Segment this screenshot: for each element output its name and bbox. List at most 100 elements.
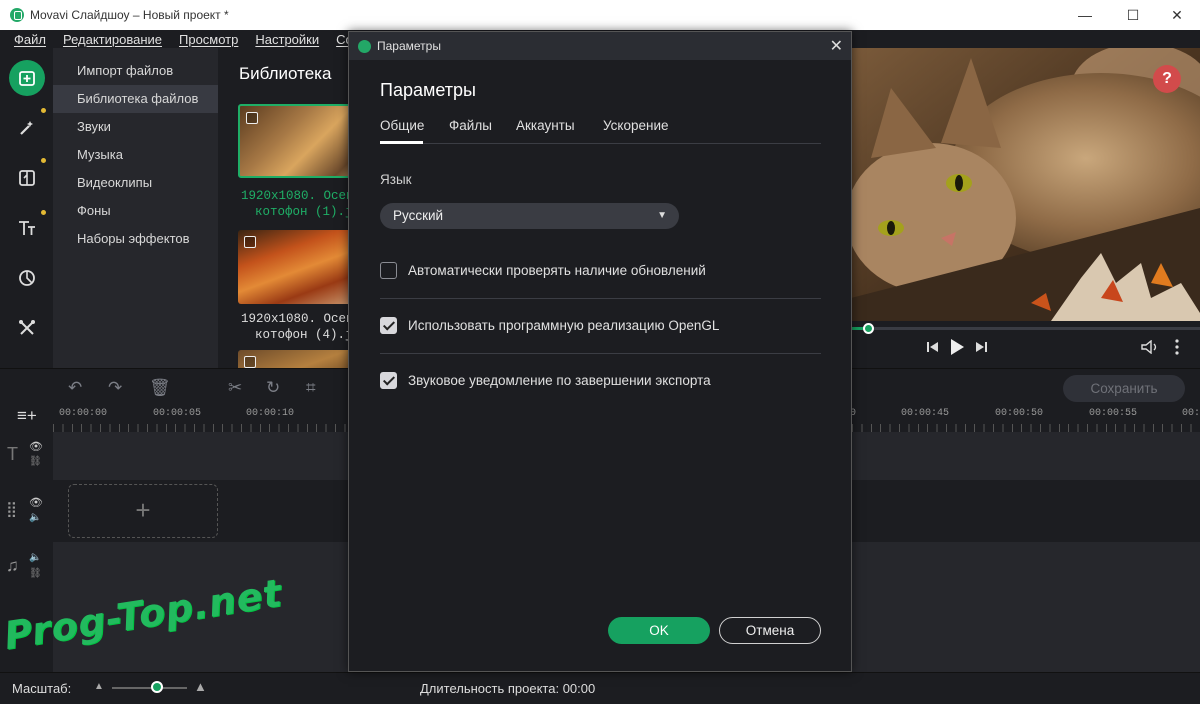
status-bar: Масштаб: ▲ ▲ Длительность проекта: 00:00 — [0, 672, 1200, 704]
volume-icon[interactable] — [1141, 339, 1159, 357]
import-sidebar: Импорт файлов Библиотека файлов Звуки Му… — [53, 48, 218, 368]
library-item-caption: 1920x1080. Осен — [241, 189, 350, 203]
tab-accounts[interactable]: Аккаунты — [516, 118, 575, 133]
filters-tool-button[interactable] — [9, 260, 45, 296]
crop-icon[interactable]: ⌗ — [306, 378, 316, 398]
add-media-dropzone[interactable]: + — [68, 484, 218, 538]
left-toolbar — [0, 48, 53, 368]
eye-icon[interactable]: 👁 — [29, 496, 43, 509]
transitions-tool-button[interactable] — [9, 160, 45, 196]
sidebar-item-import[interactable]: Импорт файлов — [53, 57, 218, 85]
auto-update-checkbox[interactable] — [380, 262, 397, 279]
preview-panel: ? — [851, 48, 1200, 368]
library-item-caption: котофон (4).jp — [255, 328, 350, 342]
ruler-tick-label: 00:00:45 — [901, 408, 950, 419]
sidebar-item-music[interactable]: Музыка — [53, 141, 218, 169]
option-export-sound[interactable]: Звуковое уведомление по завершении экспо… — [380, 367, 821, 395]
chevron-down-icon: ▼ — [657, 210, 667, 221]
export-sound-checkbox[interactable] — [380, 372, 397, 389]
help-button[interactable]: ? — [1153, 65, 1181, 93]
scale-label: Масштаб: — [12, 681, 72, 696]
zoom-slider-handle[interactable] — [151, 681, 163, 693]
duration-value: 00:00 — [562, 681, 596, 696]
menu-view[interactable]: Просмотр — [179, 32, 238, 47]
redo-icon[interactable]: ↷ — [108, 378, 122, 398]
close-window-button[interactable]: ✕ — [1154, 0, 1200, 30]
add-track-icon[interactable]: ≡+ — [17, 406, 37, 426]
ruler-tick-label: 00:00:10 — [246, 408, 295, 419]
delete-icon[interactable]: 🗑 — [149, 378, 171, 398]
ok-button[interactable]: OK — [608, 617, 710, 644]
effects-tool-button[interactable] — [9, 110, 45, 146]
library-title: Библиотека — [239, 64, 332, 83]
ruler-tick-label: 00:00:50 — [995, 408, 1044, 419]
undo-icon[interactable]: ↶ — [68, 378, 82, 398]
sidebar-item-videoclips[interactable]: Видеоклипы — [53, 169, 218, 197]
text-icon — [19, 221, 35, 235]
image-type-icon — [244, 236, 256, 248]
zoom-out-icon[interactable]: ▲ — [94, 681, 104, 692]
dialog-heading: Параметры — [380, 80, 476, 100]
opengl-checkbox[interactable] — [380, 317, 397, 334]
magic-wand-icon — [20, 121, 33, 135]
rotate-icon[interactable]: ↻ — [266, 378, 280, 398]
ruler-tick-label: 00:00:00 — [59, 408, 108, 419]
preview-seek-bar[interactable] — [851, 323, 1200, 334]
cancel-button[interactable]: Отмена — [719, 617, 821, 644]
app-window: Movavi Слайдшоу – Новый проект * — ☐ ✕ Ф… — [0, 0, 1200, 704]
app-logo-icon — [358, 39, 371, 53]
play-icon[interactable] — [949, 338, 965, 359]
import-icon — [19, 71, 35, 86]
music-note-icon: ♫ — [6, 556, 19, 575]
speaker-icon[interactable]: 🔈 — [29, 552, 41, 563]
library-thumbnail[interactable] — [238, 350, 350, 368]
transition-icon — [19, 170, 35, 186]
speaker-icon[interactable]: 🔈 — [29, 512, 41, 523]
sidebar-item-backgrounds[interactable]: Фоны — [53, 197, 218, 225]
menu-file[interactable]: Файл — [14, 32, 46, 47]
divider — [380, 298, 821, 299]
link-icon[interactable]: ⛓ — [29, 568, 42, 579]
save-button[interactable]: Сохранить — [1063, 375, 1185, 402]
cut-icon[interactable]: ✂ — [228, 378, 242, 398]
new-indicator-dot — [41, 158, 46, 163]
export-sound-label: Звуковое уведомление по завершении экспо… — [408, 373, 711, 388]
close-icon[interactable]: ✕ — [830, 36, 843, 56]
tab-general[interactable]: Общие — [380, 118, 424, 133]
maximize-button[interactable]: ☐ — [1110, 0, 1156, 30]
minimize-button[interactable]: — — [1062, 0, 1108, 30]
image-type-icon — [246, 112, 258, 124]
settings-tabs: Общие Файлы Аккаунты Ускорение — [380, 118, 821, 144]
sidebar-item-sounds[interactable]: Звуки — [53, 113, 218, 141]
menu-settings[interactable]: Настройки — [255, 32, 319, 47]
titles-tool-button[interactable] — [9, 210, 45, 246]
more-options-icon[interactable] — [1174, 339, 1180, 358]
option-auto-update[interactable]: Автоматически проверять наличие обновлен… — [380, 257, 821, 285]
sidebar-item-library[interactable]: Библиотека файлов — [53, 85, 218, 113]
project-duration: Длительность проекта: 00:00 — [420, 681, 595, 696]
library-thumbnail[interactable] — [238, 104, 350, 178]
tools-icon — [19, 320, 35, 335]
dialog-window-title: Параметры — [377, 39, 441, 53]
link-icon[interactable]: ⛓ — [29, 456, 42, 467]
previous-frame-icon[interactable] — [926, 340, 940, 357]
eye-icon[interactable]: 👁 — [29, 440, 43, 453]
opengl-label: Использовать программную реализацию Open… — [408, 318, 720, 333]
sidebar-item-effect-sets[interactable]: Наборы эффектов — [53, 225, 218, 253]
more-tools-button[interactable] — [9, 310, 45, 346]
tab-acceleration[interactable]: Ускорение — [603, 118, 669, 133]
zoom-in-icon[interactable]: ▲ — [194, 679, 207, 694]
preview-image — [851, 48, 1200, 321]
zoom-slider[interactable] — [112, 687, 187, 689]
import-tool-button[interactable] — [9, 60, 45, 96]
language-label: Язык — [380, 172, 412, 187]
app-logo-icon — [10, 8, 24, 22]
library-thumbnail[interactable] — [238, 230, 350, 304]
language-select[interactable]: Русский ▼ — [380, 203, 679, 229]
seek-handle[interactable] — [863, 323, 875, 334]
option-opengl[interactable]: Использовать программную реализацию Open… — [380, 312, 821, 340]
next-frame-icon[interactable] — [974, 340, 988, 357]
menu-edit[interactable]: Редактирование — [63, 32, 162, 47]
tab-files[interactable]: Файлы — [449, 118, 492, 133]
active-tab-indicator — [380, 141, 423, 144]
